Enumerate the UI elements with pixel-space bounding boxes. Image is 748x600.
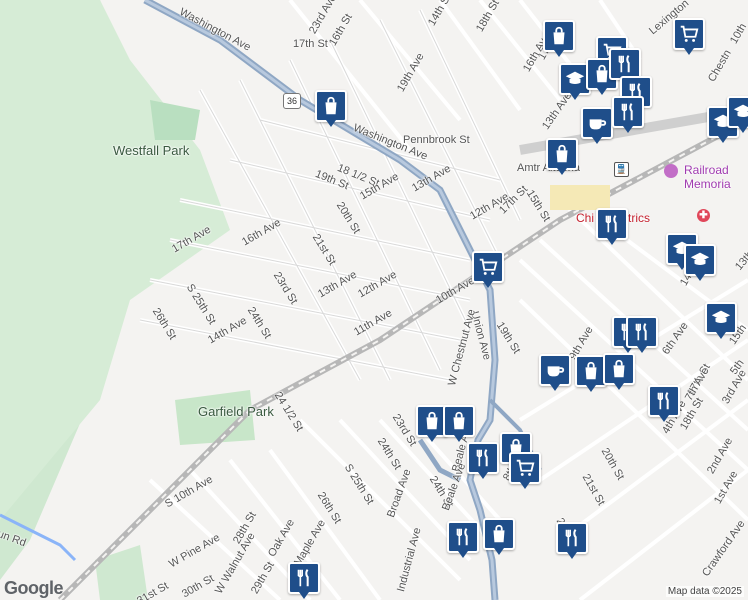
map-attribution[interactable]: Map data ©2025 bbox=[665, 586, 744, 597]
westfall-park-label: Westfall Park bbox=[113, 143, 190, 158]
route-36-shield: 36 bbox=[283, 93, 301, 109]
street-label: 17th St bbox=[293, 38, 328, 50]
shopping-icon bbox=[483, 518, 515, 550]
poi-pin-restaurant[interactable] bbox=[556, 522, 588, 562]
poi-pin-school[interactable] bbox=[727, 96, 748, 136]
grocery-icon bbox=[472, 251, 504, 283]
poi-pin-cafe[interactable] bbox=[539, 354, 571, 394]
train-station-icon: 🚆 bbox=[614, 162, 629, 177]
map-canvas[interactable]: 36 Westfall Park Garfield Park Railroad … bbox=[0, 0, 748, 600]
grocery-icon bbox=[673, 18, 705, 50]
poi-pin-school[interactable] bbox=[684, 244, 716, 284]
poi-pin-restaurant[interactable] bbox=[467, 442, 499, 482]
poi-pin-shopping[interactable] bbox=[315, 90, 347, 130]
grocery-icon bbox=[509, 452, 541, 484]
poi-pin-restaurant[interactable] bbox=[612, 96, 644, 136]
poi-pin-restaurant[interactable] bbox=[648, 385, 680, 425]
museum-icon bbox=[664, 164, 678, 178]
poi-pin-school[interactable] bbox=[705, 302, 737, 342]
school-icon bbox=[684, 244, 716, 276]
cafe-icon bbox=[539, 354, 571, 386]
school-icon bbox=[727, 96, 748, 128]
poi-pin-grocery[interactable] bbox=[673, 18, 705, 58]
restaurant-icon bbox=[556, 522, 588, 554]
poi-pin-shopping[interactable] bbox=[543, 20, 575, 60]
restaurant-icon bbox=[288, 562, 320, 594]
shopping-icon bbox=[443, 405, 475, 437]
google-logo: Google bbox=[4, 578, 64, 598]
poi-pin-shopping[interactable] bbox=[483, 518, 515, 558]
shopping-icon bbox=[315, 90, 347, 122]
shopping-icon bbox=[543, 20, 575, 52]
poi-pin-restaurant[interactable] bbox=[626, 316, 658, 356]
restaurant-icon bbox=[467, 442, 499, 474]
poi-pin-restaurant[interactable] bbox=[596, 208, 628, 248]
poi-pin-grocery[interactable] bbox=[472, 251, 504, 291]
poi-pin-restaurant[interactable] bbox=[288, 562, 320, 600]
poi-pin-grocery[interactable] bbox=[509, 452, 541, 492]
restaurant-icon bbox=[612, 96, 644, 128]
shopping-icon bbox=[546, 138, 578, 170]
railroad-memorial-label-1[interactable]: Railroad bbox=[684, 163, 729, 177]
school-icon bbox=[705, 302, 737, 334]
railroad-memorial-label-2[interactable]: Memoria bbox=[684, 177, 731, 191]
restaurant-icon bbox=[596, 208, 628, 240]
poi-pin-shopping[interactable] bbox=[443, 405, 475, 445]
restaurant-icon bbox=[626, 316, 658, 348]
cafe-icon bbox=[581, 107, 613, 139]
garfield-park-label: Garfield Park bbox=[198, 404, 274, 419]
restaurant-icon bbox=[648, 385, 680, 417]
restaurant-icon bbox=[447, 521, 479, 553]
poi-pin-shopping[interactable] bbox=[603, 353, 635, 393]
hospital-icon: ✚ bbox=[697, 209, 710, 222]
shopping-icon bbox=[603, 353, 635, 385]
poi-pin-cafe[interactable] bbox=[581, 107, 613, 147]
poi-pin-shopping[interactable] bbox=[546, 138, 578, 178]
poi-pin-restaurant[interactable] bbox=[447, 521, 479, 561]
